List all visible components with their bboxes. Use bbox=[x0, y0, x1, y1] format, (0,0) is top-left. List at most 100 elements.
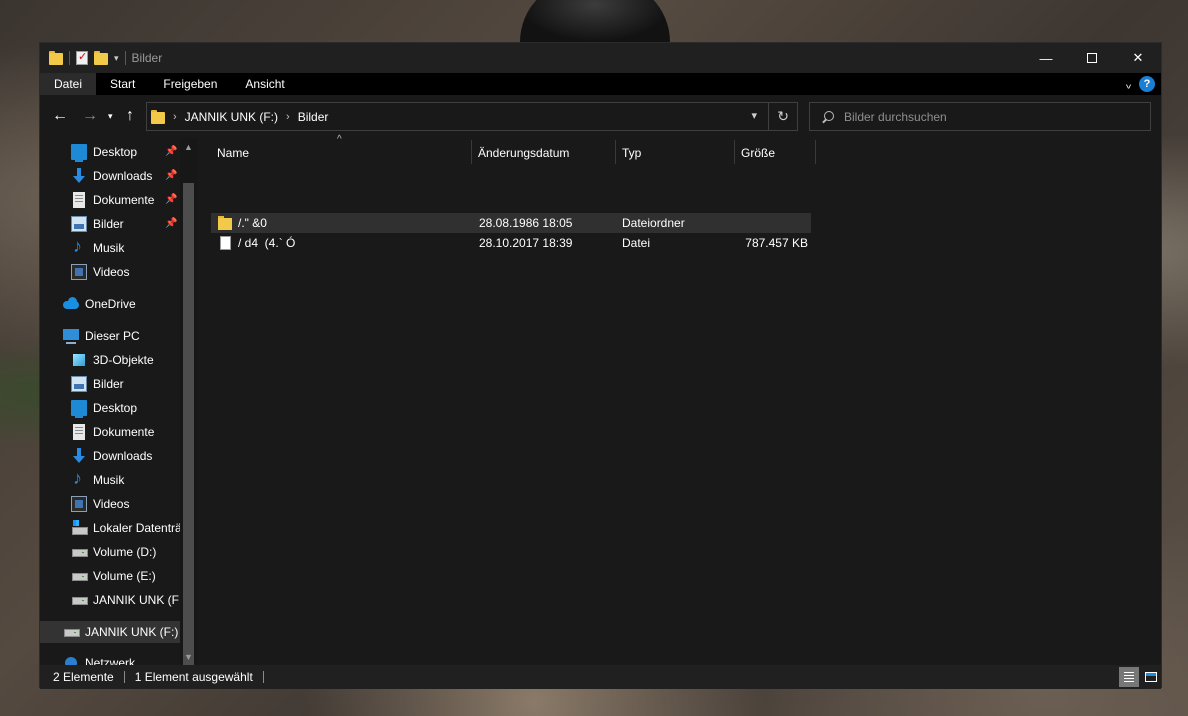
sidebar-item-documents[interactable]: Dokumente bbox=[40, 421, 180, 443]
view-switcher bbox=[1119, 667, 1161, 687]
sidebar-item-music[interactable]: Musik bbox=[40, 469, 180, 491]
system-drive-icon bbox=[71, 520, 88, 536]
sidebar-item-label: Netzwerk bbox=[85, 656, 136, 665]
details-view-icon bbox=[1124, 672, 1134, 682]
chevron-right-icon[interactable]: › bbox=[286, 111, 290, 123]
sidebar-scrollbar[interactable]: ▲ ▼ bbox=[180, 138, 197, 667]
chevron-down-icon[interactable]: ▾ bbox=[751, 109, 757, 122]
sidebar-item-label: OneDrive bbox=[85, 297, 136, 311]
sidebar-item-label: Bilder bbox=[93, 377, 124, 391]
tab-start[interactable]: Start bbox=[96, 73, 149, 95]
tab-datei[interactable]: Datei bbox=[40, 73, 97, 95]
sidebar-item-downloads[interactable]: Downloads bbox=[40, 165, 180, 187]
sidebar-item-this-pc[interactable]: Dieser PC bbox=[40, 325, 180, 347]
sidebar-item-music[interactable]: Musik bbox=[40, 237, 180, 259]
toolbar-divider bbox=[69, 51, 70, 65]
sidebar-item-videos[interactable]: Videos bbox=[40, 493, 180, 515]
maximize-icon bbox=[1087, 53, 1097, 63]
sidebar-item-pictures[interactable]: Bilder bbox=[40, 213, 180, 235]
column-header-date[interactable]: Änderungsdatum bbox=[472, 138, 615, 168]
minimize-button[interactable]: — bbox=[1023, 43, 1069, 73]
status-bar: 2 Elemente 1 Element ausgewählt bbox=[40, 665, 1161, 689]
maximize-button[interactable] bbox=[1069, 43, 1115, 73]
sidebar-item-videos[interactable]: Videos bbox=[40, 261, 180, 283]
sidebar-item-label: Dokumente bbox=[93, 193, 155, 207]
drive-icon bbox=[71, 592, 88, 608]
tab-freigeben[interactable]: Freigeben bbox=[149, 73, 231, 95]
sidebar-item-desktop[interactable]: Desktop bbox=[40, 141, 180, 163]
sidebar-item-volume-d[interactable]: Volume (D:) bbox=[40, 541, 180, 563]
column-divider[interactable] bbox=[815, 140, 816, 164]
back-button[interactable]: ← bbox=[52, 106, 68, 126]
computer-icon bbox=[63, 329, 79, 344]
breadcrumb-drive[interactable]: JANNIK UNK (F:) bbox=[185, 110, 278, 124]
status-divider bbox=[262, 671, 264, 683]
chevron-right-icon[interactable]: › bbox=[173, 111, 177, 123]
pictures-icon bbox=[71, 376, 87, 392]
tab-ansicht[interactable]: Ansicht bbox=[231, 73, 298, 95]
sidebar-item-label: Volume (E:) bbox=[93, 569, 156, 583]
help-icon[interactable]: ? bbox=[1139, 76, 1155, 92]
forward-button[interactable]: → bbox=[82, 106, 98, 126]
column-header-type[interactable]: Typ bbox=[616, 138, 734, 168]
sidebar-item-downloads[interactable]: Downloads bbox=[40, 445, 180, 467]
up-button[interactable]: ↑ bbox=[126, 106, 134, 126]
sidebar-item-label: Musik bbox=[93, 241, 125, 255]
details-view-button[interactable] bbox=[1119, 667, 1139, 687]
sidebar-item-onedrive[interactable]: OneDrive bbox=[40, 293, 180, 315]
sidebar-item-network[interactable]: Netzwerk bbox=[40, 652, 180, 665]
sidebar-item-volume-e[interactable]: Volume (E:) bbox=[40, 565, 180, 587]
search-input[interactable] bbox=[844, 109, 1124, 124]
address-bar[interactable]: › JANNIK UNK (F:) › Bilder ▾ ↻ bbox=[146, 102, 798, 131]
ribbon-tabs: Datei Start Freigeben Ansicht ^ ? bbox=[40, 73, 1161, 95]
folder-icon bbox=[49, 51, 63, 65]
pictures-icon bbox=[71, 216, 87, 232]
sidebar-item-drive-f-selected[interactable]: JANNIK UNK (F:) bbox=[40, 621, 180, 643]
sidebar-item-label: Bilder bbox=[93, 217, 124, 231]
close-button[interactable]: ✕ bbox=[1115, 43, 1161, 73]
column-header-size[interactable]: Größe bbox=[735, 138, 815, 168]
scrollbar-thumb[interactable] bbox=[183, 183, 194, 667]
new-folder-icon[interactable] bbox=[94, 51, 108, 65]
sidebar-item-local-disk-c[interactable]: Lokaler Datenträger (C:) bbox=[40, 517, 180, 539]
window-title: Bilder bbox=[131, 51, 163, 65]
column-headers: ^ Name Änderungsdatum Typ Größe bbox=[197, 134, 817, 168]
sidebar-item-drive-f[interactable]: JANNIK UNK (F:) bbox=[40, 589, 180, 611]
navigation-pane: Desktop 📌 Downloads 📌 Dokumente 📌 Bilder… bbox=[40, 138, 197, 665]
file-row-file[interactable]: / d4 (4.` Ó 28.10.2017 18:39 Datei 787.4… bbox=[211, 233, 811, 253]
properties-icon[interactable] bbox=[76, 50, 88, 65]
documents-icon bbox=[73, 192, 85, 208]
search-box[interactable] bbox=[809, 102, 1151, 131]
scroll-up-icon[interactable]: ▲ bbox=[180, 138, 197, 155]
tiles-view-button[interactable] bbox=[1141, 667, 1161, 687]
folder-icon bbox=[151, 109, 165, 124]
sidebar-item-desktop[interactable]: Desktop bbox=[40, 397, 180, 419]
sidebar-item-label: JANNIK UNK (F:) bbox=[93, 593, 180, 607]
breadcrumb-folder[interactable]: Bilder bbox=[298, 110, 329, 124]
pin-icon: 📌 bbox=[165, 146, 178, 157]
onedrive-icon bbox=[63, 296, 79, 312]
sidebar-item-label: Volume (D:) bbox=[93, 545, 157, 559]
3d-objects-icon bbox=[71, 352, 87, 368]
customize-toolbar-icon[interactable]: ▾ bbox=[114, 53, 119, 64]
file-row-folder[interactable]: /." &0 28.08.1986 18:05 Dateiordner bbox=[211, 213, 811, 233]
sidebar-item-pictures[interactable]: Bilder bbox=[40, 373, 180, 395]
toolbar-divider bbox=[124, 51, 126, 65]
ribbon-right: ^ ? bbox=[1126, 73, 1161, 95]
sidebar-item-label: Downloads bbox=[93, 449, 153, 463]
file-date: 28.08.1986 18:05 bbox=[479, 216, 573, 230]
file-name: / d4 (4.` Ó bbox=[238, 236, 296, 250]
sidebar-item-label: Dieser PC bbox=[85, 329, 140, 343]
documents-icon bbox=[73, 424, 85, 440]
recent-locations-button[interactable]: ▾ bbox=[108, 106, 113, 126]
file-date: 28.10.2017 18:39 bbox=[479, 236, 573, 250]
scroll-down-icon[interactable]: ▼ bbox=[180, 648, 197, 665]
sidebar-item-label: Musik bbox=[93, 473, 125, 487]
refresh-icon[interactable]: ↻ bbox=[777, 108, 789, 125]
search-icon bbox=[822, 110, 834, 123]
title-bar: ▾ Bilder — ✕ bbox=[40, 43, 1161, 73]
sidebar-item-documents[interactable]: Dokumente bbox=[40, 189, 180, 211]
expand-ribbon-icon[interactable]: ^ bbox=[1126, 78, 1131, 90]
column-header-name[interactable]: Name bbox=[211, 138, 471, 168]
sidebar-item-3d-objects[interactable]: 3D-Objekte bbox=[40, 349, 180, 371]
